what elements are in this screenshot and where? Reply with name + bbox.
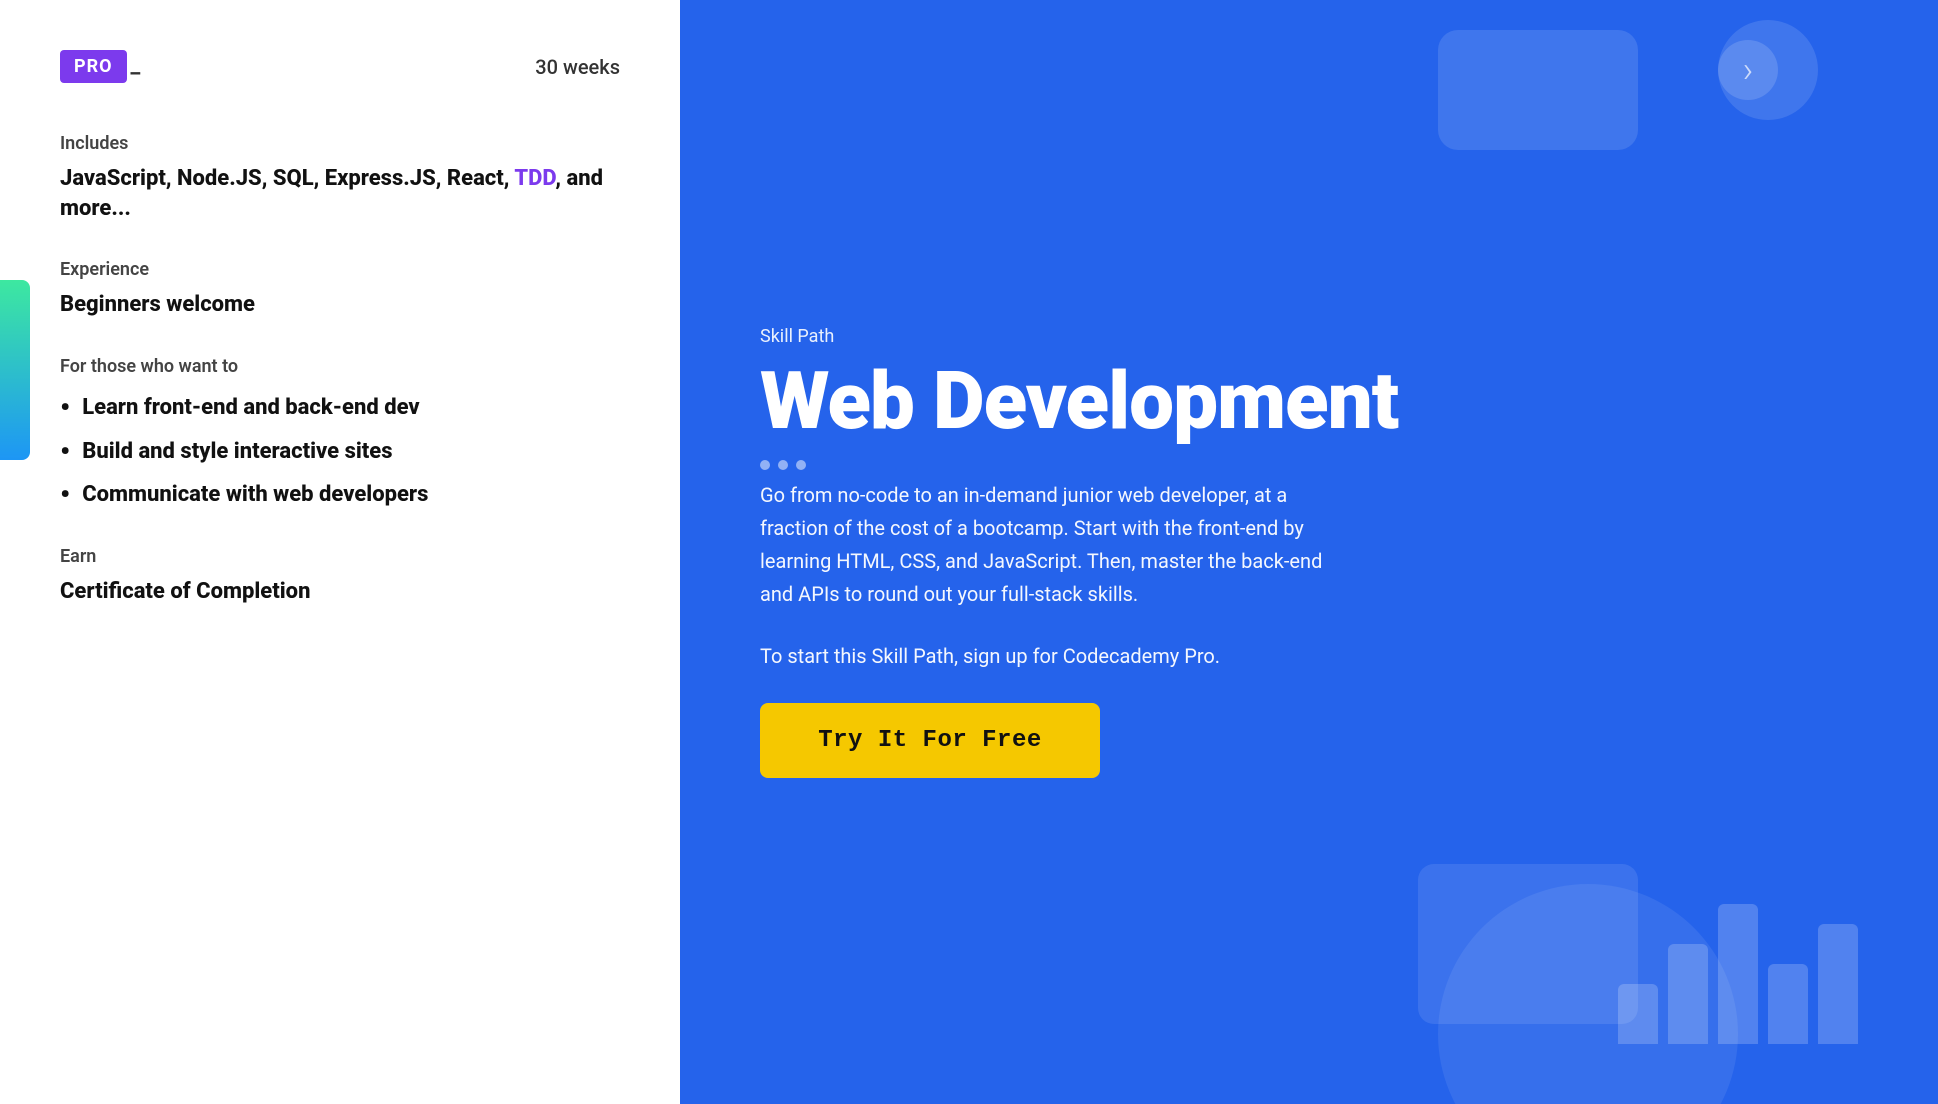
earn-label: Earn xyxy=(60,546,620,567)
right-panel: Skill Path Web Development Go from no-co… xyxy=(680,0,1938,1104)
for-those-label: For those who want to xyxy=(60,356,620,377)
deco-rect-top xyxy=(1438,30,1638,150)
deco-chevron-icon xyxy=(1718,40,1778,100)
includes-section: Includes JavaScript, Node.JS, SQL, Expre… xyxy=(60,133,620,223)
deco-bar-group xyxy=(1618,904,1858,1044)
bullet-item-2: Build and style interactive sites xyxy=(60,437,620,467)
bullet-item-1: Learn front-end and back-end dev xyxy=(60,393,620,423)
pro-cursor: _ xyxy=(131,53,141,78)
pro-badge: PRO xyxy=(60,50,127,83)
earn-value: Certificate of Completion xyxy=(60,577,620,607)
earn-section: Earn Certificate of Completion xyxy=(60,546,620,607)
experience-value: Beginners welcome xyxy=(60,290,620,320)
deco-bar-4 xyxy=(1768,964,1808,1044)
deco-bar-1 xyxy=(1618,984,1658,1044)
experience-section: Experience Beginners welcome xyxy=(60,259,620,320)
left-panel: PRO_ 30 weeks Includes JavaScript, Node.… xyxy=(0,0,680,1104)
bullet-item-3: Communicate with web developers xyxy=(60,480,620,510)
deco-rect-bottom xyxy=(1418,864,1638,1024)
weeks-label: 30 weeks xyxy=(535,55,620,79)
pro-badge-group: PRO_ xyxy=(60,50,140,83)
deco-bar-3 xyxy=(1718,904,1758,1044)
deco-bar-2 xyxy=(1668,944,1708,1044)
right-content: Skill Path Web Development Go from no-co… xyxy=(760,326,1858,778)
tdd-highlight: TDD xyxy=(514,166,555,191)
skill-path-label: Skill Path xyxy=(760,326,1858,347)
card-header: PRO_ 30 weeks xyxy=(60,50,620,83)
main-title: Web Development xyxy=(760,359,1858,443)
accent-bar xyxy=(0,280,30,460)
for-those-section: For those who want to Learn front-end an… xyxy=(60,356,620,510)
experience-label: Experience xyxy=(60,259,620,280)
description-text: Go from no-code to an in-demand junior w… xyxy=(760,479,1340,611)
includes-label: Includes xyxy=(60,133,620,154)
bullet-list: Learn front-end and back-end dev Build a… xyxy=(60,393,620,510)
includes-value: JavaScript, Node.JS, SQL, Express.JS, Re… xyxy=(60,164,620,223)
signup-text: To start this Skill Path, sign up for Co… xyxy=(760,641,1858,671)
deco-bar-5 xyxy=(1818,924,1858,1044)
cta-button[interactable]: Try It For Free xyxy=(760,703,1100,778)
